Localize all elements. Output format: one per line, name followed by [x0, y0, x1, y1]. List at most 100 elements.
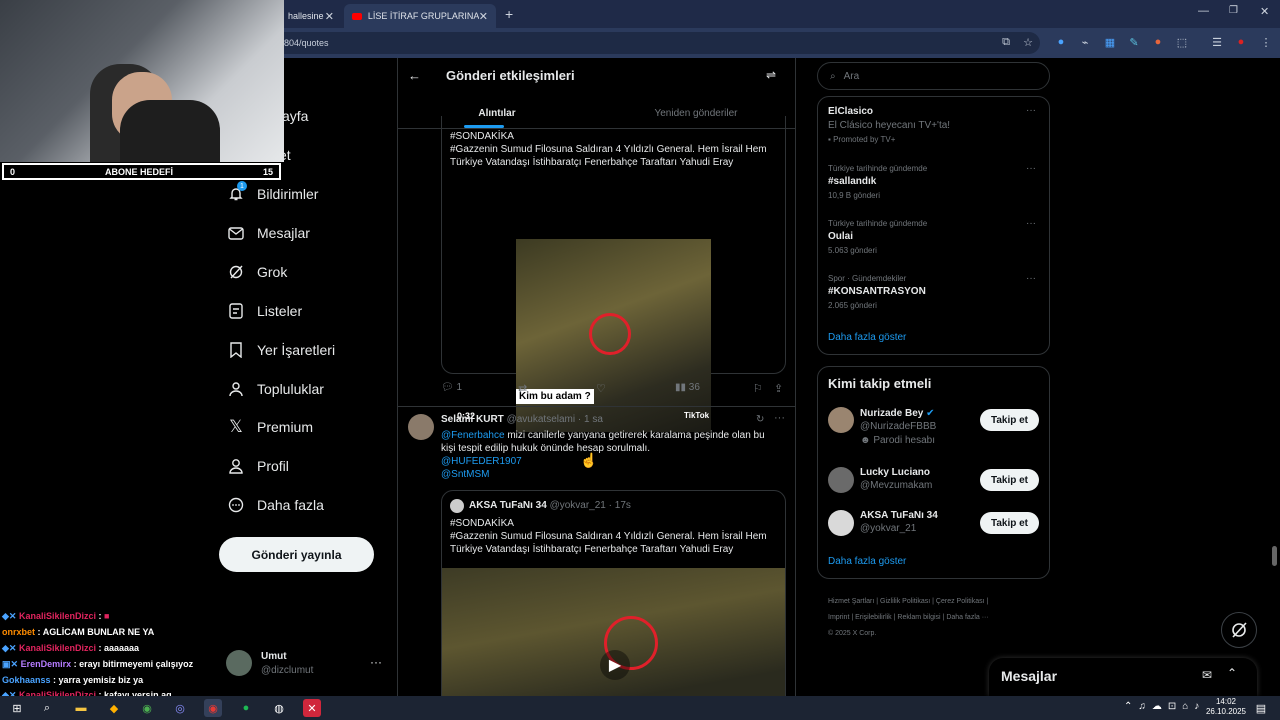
suggestion-info[interactable]: Nurizade Bey ✔ @NurizadeFBBB ☻ Parodi he…: [860, 408, 936, 446]
chat-text: : aaaaaaa: [98, 643, 140, 653]
suggestion-info[interactable]: Lucky Luciano @Mevzumakam: [860, 467, 932, 491]
nav-profile[interactable]: Profil: [227, 448, 289, 484]
restore-icon[interactable]: ❐: [1229, 5, 1238, 16]
nav-communities[interactable]: Topluluklar: [227, 371, 324, 407]
system-tray-icons[interactable]: ⌃♫☁⊡⌂♪: [1124, 701, 1205, 712]
footer-link[interactable]: Çerez Politikası: [936, 598, 985, 605]
search-input[interactable]: ⌕ Ara: [817, 62, 1050, 90]
nav-premium[interactable]: 𝕏 Premium: [227, 409, 313, 445]
reply-button[interactable]: 💬︎ 1: [441, 382, 462, 393]
mention-link[interactable]: @HUFEDER1907: [441, 455, 786, 468]
grok-floating-button[interactable]: [1221, 612, 1257, 648]
text-line: #SONDAKİKA: [450, 131, 514, 142]
follow-button[interactable]: Takip et: [980, 469, 1039, 491]
nav-messages[interactable]: Mesajlar: [227, 215, 310, 251]
author-name[interactable]: Selami KURT: [441, 414, 504, 425]
tab-youtube[interactable]: LİSE İTİRAF GRUPLARINA SIZDI ✕: [344, 4, 496, 28]
avatar[interactable]: [408, 414, 434, 440]
quoted-tweet[interactable]: #SONDAKİKA #Gazzenin Sumud Filosuna Sald…: [441, 116, 786, 432]
video-thumbnail[interactable]: Kim bu adam ? TikTok: [516, 239, 711, 432]
tab-x[interactable]: hallesine ✕: [280, 4, 342, 28]
nav-grok[interactable]: Grok: [227, 254, 287, 290]
back-arrow-icon[interactable]: ←: [408, 68, 421, 83]
trend-item[interactable]: Türkiye tarihinde gündemde Oulai 5.063 g…: [828, 219, 1040, 255]
footer-link[interactable]: Reklam bilgisi: [897, 614, 940, 621]
discord-icon[interactable]: ◎: [171, 699, 189, 717]
mention-link[interactable]: @Fenerbahce: [441, 430, 505, 441]
settings-sliders-icon[interactable]: ⇌: [766, 68, 776, 82]
more-dots-icon[interactable]: ···: [1026, 218, 1036, 229]
follow-button[interactable]: Takip et: [980, 409, 1039, 431]
more-dots-icon[interactable]: ···: [1026, 163, 1036, 174]
grok-icon[interactable]: ↻: [756, 414, 764, 425]
show-more-link[interactable]: Daha fazla göster: [828, 556, 906, 567]
like-icon[interactable]: ♡: [596, 382, 606, 395]
more-dots-icon[interactable]: ···: [774, 412, 785, 424]
avatar[interactable]: [828, 467, 854, 493]
chrome-icon[interactable]: ◉: [138, 699, 156, 717]
notifications-icon[interactable]: ▤: [1252, 699, 1270, 717]
suggestion-info[interactable]: AKSA TuFaNı 34 @yokvar_21: [860, 510, 938, 534]
follow-button[interactable]: Takip et: [980, 512, 1039, 534]
footer-link[interactable]: Erişilebilirlik: [855, 614, 892, 621]
app-icon[interactable]: ◆: [105, 699, 123, 717]
media-icon[interactable]: ☰: [1209, 34, 1225, 50]
avatar[interactable]: [828, 407, 854, 433]
nav-lists[interactable]: Listeler: [227, 293, 302, 329]
profile-avatar-icon[interactable]: ●: [1233, 34, 1249, 50]
obs-icon[interactable]: ◍: [270, 699, 288, 717]
nav-more[interactable]: Daha fazla: [227, 487, 324, 523]
share-icon[interactable]: ⇪: [774, 382, 783, 395]
trend-item[interactable]: Spor · Gündemdekiler #KONSANTRASYON 2.06…: [828, 274, 1040, 310]
close-icon[interactable]: ✕: [325, 10, 334, 23]
chevron-up-icon[interactable]: ⌃: [1227, 666, 1237, 680]
nav-bookmarks[interactable]: Yer İşaretleri: [227, 332, 335, 368]
footer-link[interactable]: Hizmet Şartları: [828, 598, 874, 605]
extension-icon[interactable]: ▦: [1102, 34, 1118, 50]
footer-link[interactable]: Daha fazla ···: [946, 614, 988, 621]
more-dots-icon[interactable]: ···: [370, 655, 382, 669]
windows-start-icon[interactable]: ⊞: [8, 699, 26, 717]
app-icon[interactable]: ✕: [303, 699, 321, 717]
footer-link[interactable]: Imprint: [828, 614, 849, 621]
views-button[interactable]: ▮▮ 36: [675, 382, 700, 393]
address-bar[interactable]: 804/quotes: [270, 32, 1040, 54]
minimize-icon[interactable]: —: [1198, 5, 1209, 17]
file-explorer-icon[interactable]: ▬: [72, 699, 90, 717]
avatar[interactable]: [226, 650, 252, 676]
avatar[interactable]: [828, 510, 854, 536]
menu-icon[interactable]: ⋮: [1258, 34, 1274, 50]
quoted-tweet[interactable]: AKSA TuFaNı 34 @yokvar_21 · 17s #SONDAKİ…: [441, 490, 786, 696]
puzzle-icon[interactable]: ⬚: [1174, 34, 1190, 50]
video-thumbnail[interactable]: ▶: [442, 568, 785, 696]
search-icon[interactable]: ⌕: [38, 699, 56, 717]
install-icon[interactable]: ⧉: [998, 34, 1014, 50]
chrome-icon[interactable]: ◉: [204, 699, 222, 717]
mention-link[interactable]: @SntMSM: [441, 468, 786, 481]
promoted-label: Promoted by TV+: [833, 135, 896, 144]
messages-drawer[interactable]: Mesajlar ✉ ⌃: [989, 658, 1257, 696]
repost-icon[interactable]: ⇄: [518, 382, 527, 395]
translate-icon[interactable]: ✎: [1126, 34, 1142, 50]
nav-notifications[interactable]: 1 Bildirimler: [227, 176, 318, 212]
star-icon[interactable]: ☆: [1020, 34, 1036, 50]
close-icon[interactable]: ✕: [479, 10, 488, 23]
clock[interactable]: 14:02 26.10.2025: [1205, 697, 1247, 717]
more-dots-icon[interactable]: ···: [1026, 273, 1036, 284]
new-message-icon[interactable]: ✉: [1202, 668, 1212, 682]
scrollbar-thumb[interactable]: [1272, 546, 1277, 566]
more-dots-icon[interactable]: ···: [1026, 105, 1036, 116]
bookmark-icon[interactable]: ⚐: [753, 382, 763, 395]
post-button[interactable]: Gönderi yayınla: [219, 537, 374, 572]
play-icon[interactable]: ▶: [600, 650, 630, 680]
footer-link[interactable]: Gizlilik Politikası: [880, 598, 930, 605]
close-window-icon[interactable]: ✕: [1260, 5, 1269, 18]
extension-icon[interactable]: ●: [1150, 34, 1166, 50]
extension-icon[interactable]: ●: [1053, 34, 1069, 50]
show-more-link[interactable]: Daha fazla göster: [828, 332, 906, 343]
extension-icon[interactable]: ⌁: [1077, 34, 1093, 50]
trend-item[interactable]: Türkiye tarihinde gündemde #sallandık 10…: [828, 164, 1040, 200]
new-tab-button[interactable]: +: [505, 6, 513, 22]
trend-item[interactable]: ElClasico El Clásico heyecanı TV+'ta! ▪ …: [828, 106, 1040, 144]
spotify-icon[interactable]: ●: [237, 699, 255, 717]
